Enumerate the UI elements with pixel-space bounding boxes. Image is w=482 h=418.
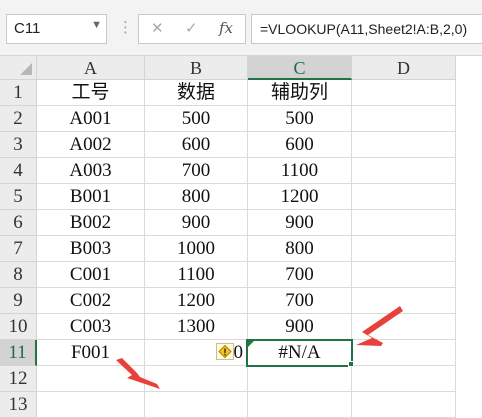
arrow-icon	[116, 358, 160, 389]
annotation-arrows	[116, 306, 403, 389]
arrow-icon	[356, 306, 403, 346]
